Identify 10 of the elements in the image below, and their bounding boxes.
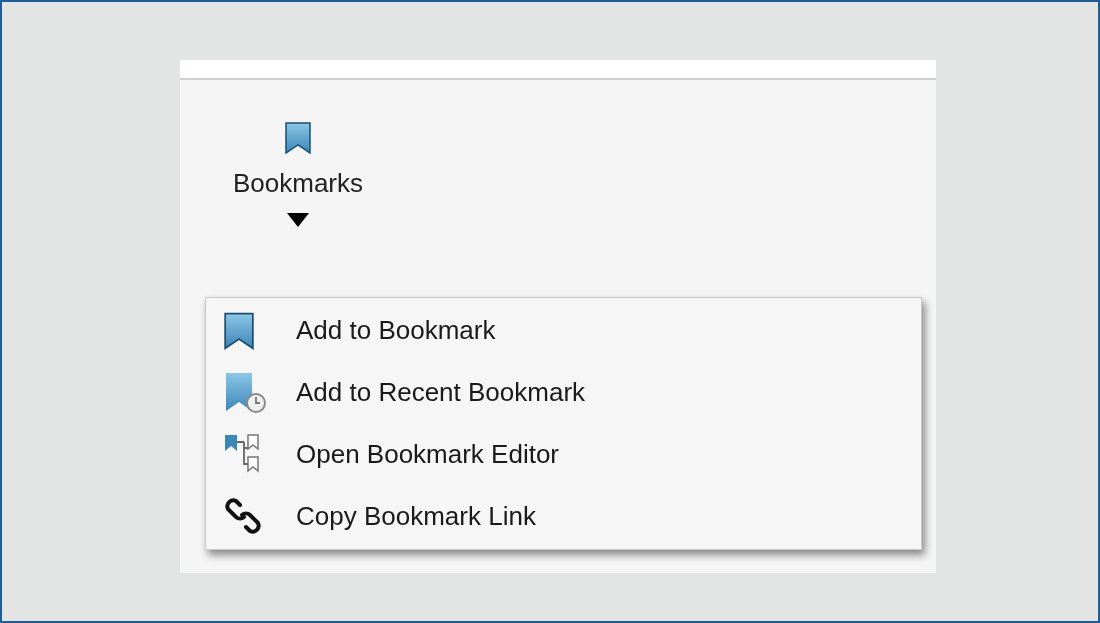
bookmark-icon — [224, 311, 254, 350]
menu-item[interactable]: Add to Recent Bookmark — [206, 361, 921, 424]
link-icon — [224, 497, 262, 536]
menu-item[interactable]: Open Bookmark Editor — [206, 423, 921, 486]
menu-item[interactable]: Add to Bookmark — [206, 300, 921, 362]
bookmarks-button[interactable]: Bookmarks — [208, 122, 388, 227]
bookmark-clock-icon — [224, 371, 268, 414]
caret-down-icon — [287, 213, 309, 227]
menu-item[interactable]: Copy Bookmark Link — [206, 485, 921, 547]
bookmark-icon — [285, 122, 311, 154]
